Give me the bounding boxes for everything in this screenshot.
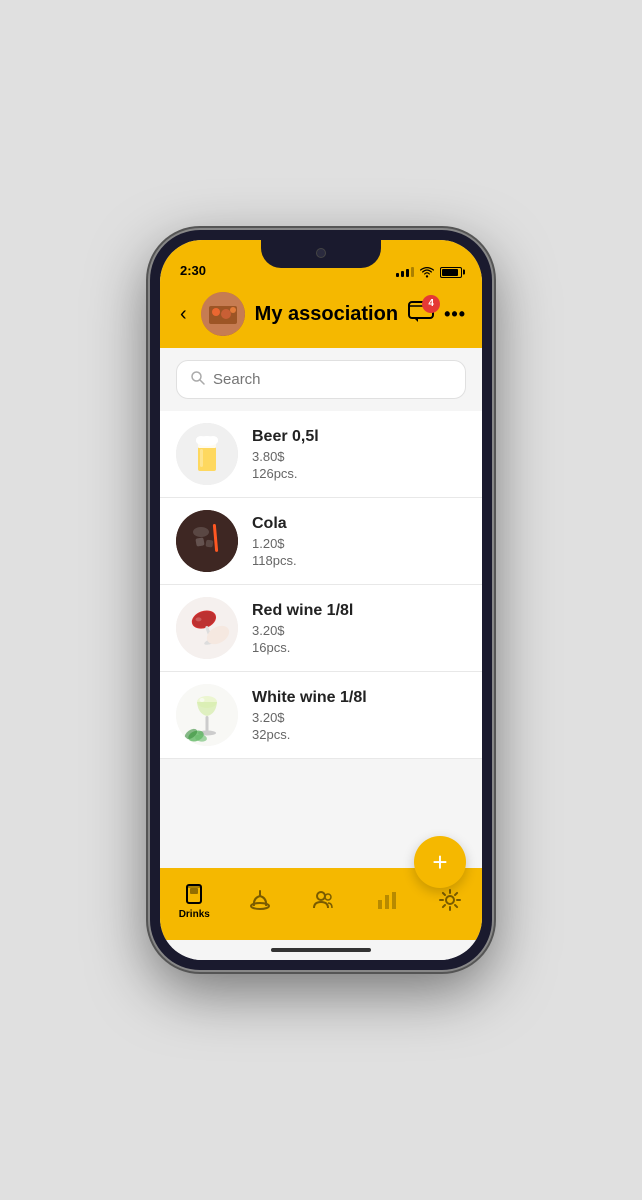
back-button[interactable]: ‹ [176, 301, 191, 328]
wifi-icon [419, 266, 435, 278]
nav-label-drinks: Drinks [179, 909, 210, 920]
avatar [201, 292, 245, 336]
item-info: Beer 0,5l 3.80$ 126pcs. [252, 428, 466, 481]
notch [261, 240, 381, 268]
list-item[interactable]: White wine 1/8l 3.20$ 32pcs. [160, 672, 482, 759]
avatar-image [201, 292, 245, 336]
item-name: Cola [252, 515, 466, 533]
nav-item-drinks[interactable]: Drinks [167, 876, 222, 924]
item-qty: 32pcs. [252, 727, 466, 742]
header-actions: 4 ••• [408, 301, 466, 328]
nav-item-settings[interactable] [425, 883, 475, 917]
status-icons [396, 266, 462, 278]
drinks-icon [181, 880, 207, 906]
item-info: Red wine 1/8l 3.20$ 16pcs. [252, 602, 466, 655]
item-info: Cola 1.20$ 118pcs. [252, 515, 466, 568]
items-list: Beer 0,5l 3.80$ 126pcs. [160, 411, 482, 868]
home-bar [271, 948, 371, 952]
more-button[interactable]: ••• [444, 304, 466, 325]
notification-button[interactable]: 4 [408, 301, 434, 328]
item-image-cola [176, 510, 238, 572]
item-name: Beer 0,5l [252, 428, 466, 446]
notification-badge: 4 [422, 295, 440, 313]
item-image-redwine [176, 597, 238, 659]
list-item[interactable]: Beer 0,5l 3.80$ 126pcs. [160, 411, 482, 498]
item-qty: 126pcs. [252, 466, 466, 481]
search-icon [191, 371, 205, 388]
stats-icon [374, 887, 400, 913]
list-item[interactable]: Cola 1.20$ 118pcs. [160, 498, 482, 585]
item-name: White wine 1/8l [252, 689, 466, 707]
phone-frame: 2:30 [150, 230, 492, 970]
nav-item-stats[interactable] [362, 883, 412, 917]
members-icon [311, 887, 337, 913]
phone-screen: 2:30 [160, 240, 482, 960]
search-input[interactable] [213, 371, 451, 388]
home-indicator [160, 940, 482, 960]
header: ‹ My association [160, 284, 482, 348]
item-image-whitewine [176, 684, 238, 746]
fab-container: + [414, 836, 466, 888]
item-image-beer [176, 423, 238, 485]
food-icon [247, 887, 273, 913]
item-price: 3.20$ [252, 710, 466, 725]
settings-icon [437, 887, 463, 913]
item-qty: 16pcs. [252, 640, 466, 655]
item-info: White wine 1/8l 3.20$ 32pcs. [252, 689, 466, 742]
search-container [160, 348, 482, 411]
status-time: 2:30 [180, 263, 206, 278]
item-price: 3.20$ [252, 623, 466, 638]
item-price: 1.20$ [252, 536, 466, 551]
item-qty: 118pcs. [252, 553, 466, 568]
signal-icon [396, 267, 414, 277]
add-button[interactable]: + [414, 836, 466, 888]
item-price: 3.80$ [252, 449, 466, 464]
nav-item-food[interactable] [235, 883, 285, 917]
item-name: Red wine 1/8l [252, 602, 466, 620]
battery-icon [440, 267, 462, 278]
nav-item-members[interactable] [299, 883, 349, 917]
search-box [176, 360, 466, 399]
camera [316, 248, 326, 258]
list-item[interactable]: Red wine 1/8l 3.20$ 16pcs. [160, 585, 482, 672]
header-title: My association [255, 303, 398, 326]
cola-visual [176, 510, 238, 572]
